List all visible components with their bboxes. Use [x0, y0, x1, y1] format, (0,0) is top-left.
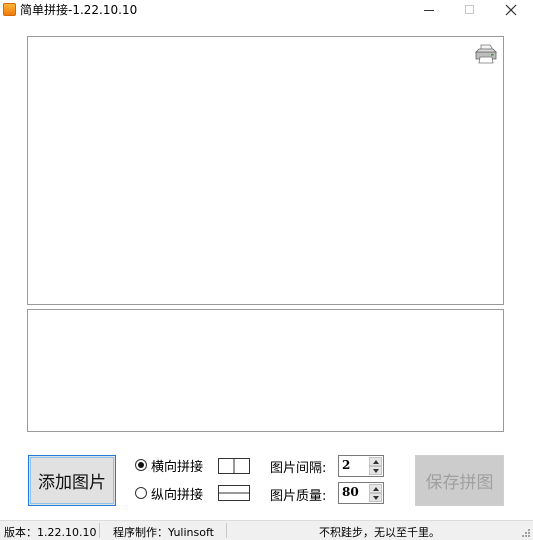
printer-icon[interactable]	[474, 43, 498, 65]
app-icon	[3, 3, 16, 16]
quality-down-arrow-icon[interactable]	[369, 493, 382, 502]
maximize-button[interactable]	[452, 0, 488, 21]
close-button[interactable]	[493, 0, 529, 21]
window-title: 简单拼接-1.22.10.10	[20, 3, 138, 17]
minimize-button[interactable]	[412, 0, 448, 21]
status-version: 版本：1.22.10.10	[4, 526, 97, 539]
spacing-value[interactable]: 2	[342, 458, 350, 472]
close-icon	[505, 4, 517, 16]
radio-vertical-indicator[interactable]	[135, 487, 147, 499]
radio-vertical[interactable]: 纵向拼接	[135, 484, 203, 503]
add-image-button[interactable]: 添加图片	[28, 455, 116, 506]
quality-label: 图片质量:	[270, 489, 327, 504]
minimize-icon	[424, 10, 434, 11]
status-bar: 版本：1.22.10.10 程序制作：Yulinsoft 不积跬步，无以至千里。	[0, 520, 533, 540]
spacing-stepper[interactable]: 2	[338, 455, 384, 477]
status-divider	[99, 523, 100, 538]
spacing-down-arrow-icon[interactable]	[369, 466, 382, 475]
maximize-icon	[465, 5, 474, 14]
spacing-label: 图片间隔:	[270, 461, 327, 476]
horizontal-layout-icon	[218, 458, 250, 474]
spacing-up-arrow-icon[interactable]	[369, 457, 382, 466]
title-bar: 简单拼接-1.22.10.10	[0, 0, 533, 21]
radio-horizontal[interactable]: 横向拼接	[135, 456, 203, 475]
save-collage-button[interactable]: 保存拼图	[415, 455, 504, 506]
radio-horizontal-label[interactable]: 横向拼接	[151, 456, 203, 475]
status-motto: 不积跬步，无以至千里。	[319, 526, 440, 539]
vertical-layout-icon	[218, 485, 250, 501]
status-author: 程序制作：Yulinsoft	[113, 526, 214, 539]
resize-grip-icon[interactable]	[521, 528, 531, 538]
image-preview-area[interactable]	[27, 36, 504, 305]
quality-stepper[interactable]: 80	[338, 482, 384, 504]
quality-value[interactable]: 80	[342, 485, 359, 499]
image-list-panel[interactable]	[27, 309, 504, 432]
radio-horizontal-indicator[interactable]	[135, 459, 147, 471]
status-divider	[226, 523, 227, 538]
radio-vertical-label[interactable]: 纵向拼接	[151, 484, 203, 503]
quality-up-arrow-icon[interactable]	[369, 484, 382, 493]
